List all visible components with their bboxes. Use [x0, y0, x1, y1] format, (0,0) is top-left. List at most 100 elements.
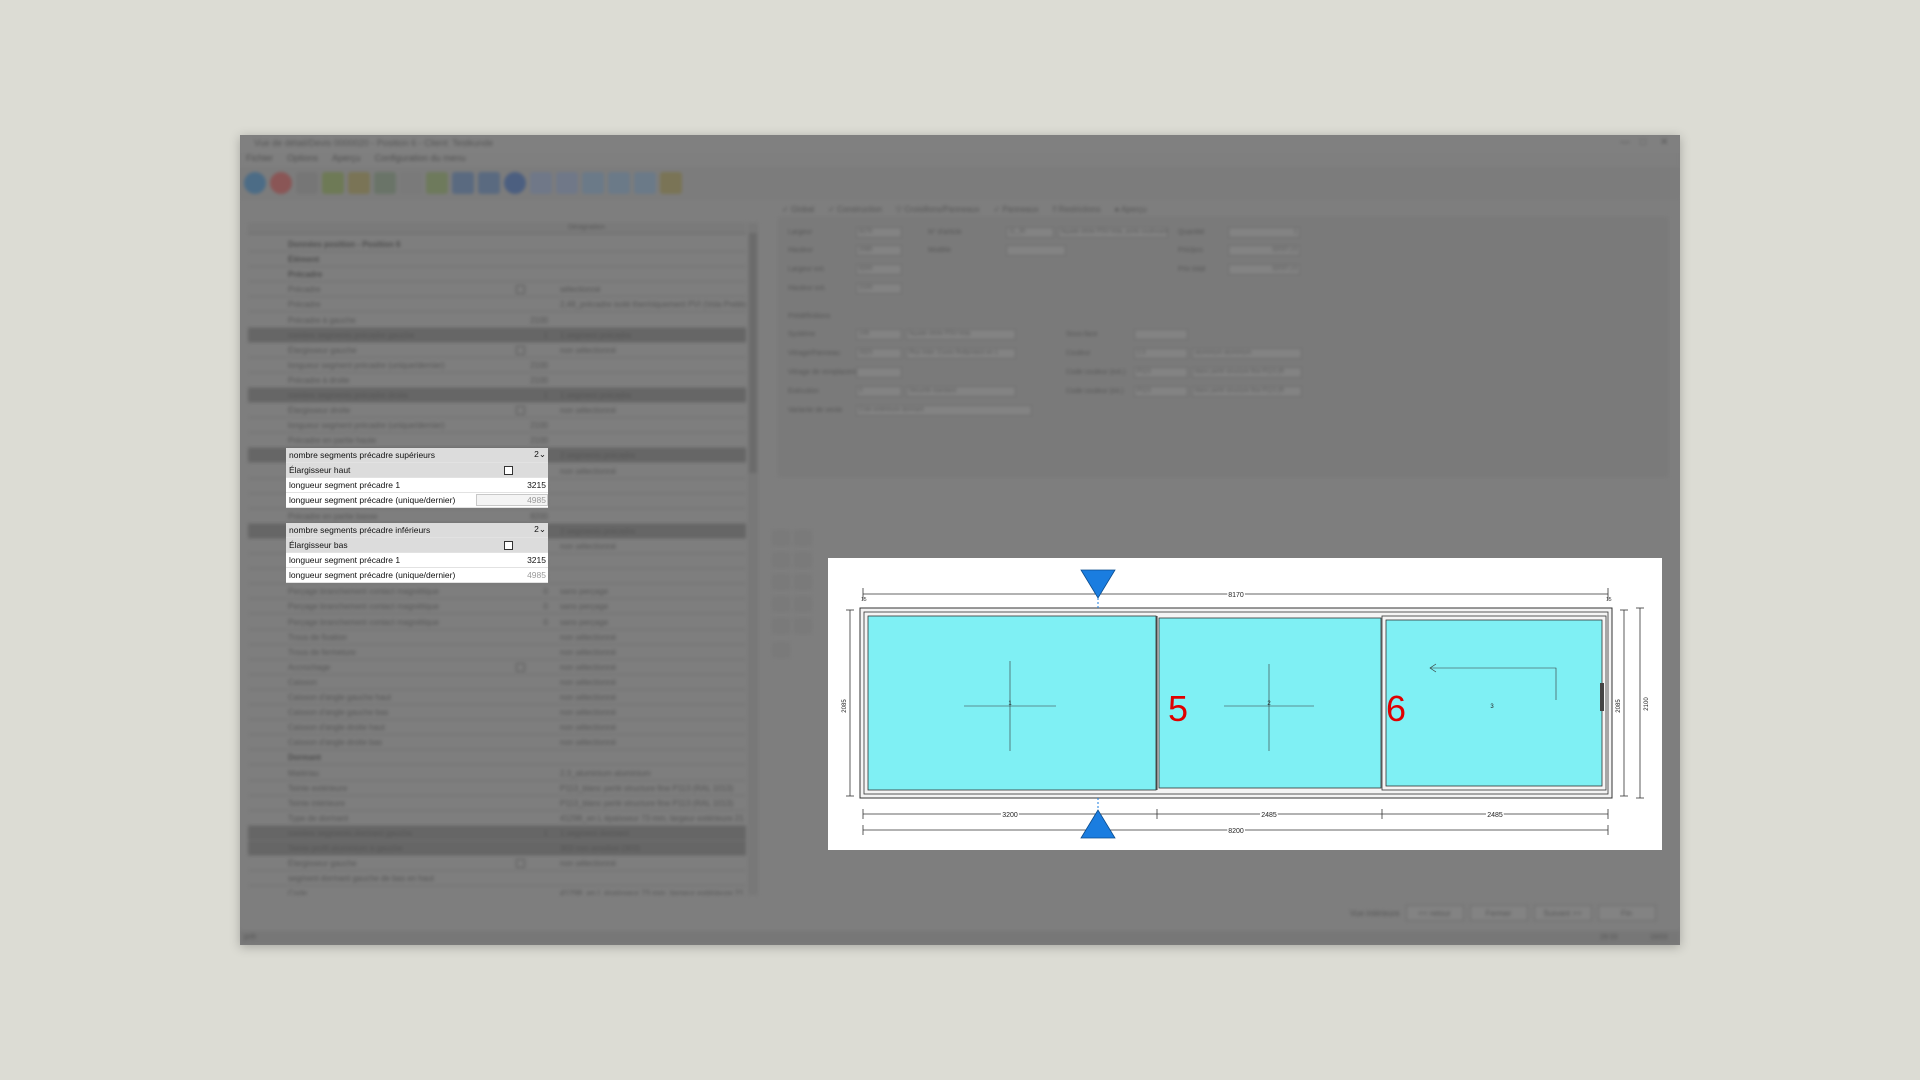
line-tool-icon[interactable] [794, 596, 812, 612]
grid-row[interactable]: Élargisseur gauche non sélectionné [248, 856, 746, 872]
grid-row[interactable]: nombre segments dormant gauche 1 1 segment… [248, 825, 746, 841]
glass-pane-1[interactable] [867, 615, 1157, 791]
pen-tool-icon[interactable] [772, 574, 790, 590]
top-widener-row[interactable]: Élargisseur haut [286, 463, 548, 478]
menu-preview[interactable]: Aperçu [332, 153, 361, 167]
execution-field[interactable]: 0 [856, 386, 902, 397]
menu-file[interactable]: Fichier [246, 153, 273, 167]
tab-apercu[interactable]: ● Aperçu [1114, 205, 1146, 214]
grid-row-checkbox[interactable] [516, 406, 525, 416]
cross-tool-icon[interactable] [794, 574, 812, 590]
grid-row[interactable]: Accrochage non sélectionné [248, 660, 746, 675]
grid-row[interactable]: segment dormant gauche de bas en haut [248, 871, 746, 887]
grid-row[interactable]: Perçage branchement contact magnétique 0 s… [248, 615, 746, 630]
export-tool-icon[interactable] [772, 642, 790, 658]
finish-button[interactable]: Fin [1597, 905, 1656, 921]
back-button[interactable]: << retour [1405, 905, 1464, 921]
grid-row[interactable]: Précadre sélectionné [248, 282, 746, 298]
grid-row-value[interactable]: 0 [488, 587, 548, 596]
grid-row[interactable]: longueur segment précadre (unique/dernie… [248, 358, 746, 373]
measure-tool-icon[interactable] [794, 618, 812, 634]
menu-config[interactable]: Configuration du menu [375, 153, 466, 167]
grid-view-icon[interactable] [582, 172, 604, 194]
grid-row[interactable]: Caisson d'angle droite haut non sélection… [248, 720, 746, 736]
grid-row-checkbox[interactable] [516, 859, 525, 869]
last-icon[interactable] [556, 172, 578, 194]
grid-row-value[interactable]: 1 [488, 829, 548, 838]
next-icon[interactable] [530, 172, 552, 194]
grid-row-value[interactable]: 2100 [488, 316, 548, 325]
split-view-icon[interactable] [608, 172, 630, 194]
grid-row[interactable]: Perçage branchement contact magnétique 0 s… [248, 599, 746, 615]
window-drawing[interactable]: 8170 15 15 1 2 3 5 6 3200 2485 2485 8200… [828, 558, 1662, 850]
tab-panneaux[interactable]: ✓ Panneaux [993, 205, 1038, 214]
top-seg1-value[interactable]: 3215 [527, 480, 546, 490]
edit-tool-icon[interactable] [772, 618, 790, 634]
target-icon[interactable] [270, 172, 292, 194]
grid-row[interactable]: Précadre en partie haute 2100 [248, 433, 746, 449]
top-count-select[interactable]: 2⌄ [534, 449, 546, 460]
article-field[interactable]: 11_20 [1006, 227, 1054, 238]
grid-row-value[interactable]: 2100 [488, 421, 548, 430]
grid-row-checkbox[interactable] [516, 662, 525, 672]
hauteur-ext-field[interactable]: 2100 [856, 283, 902, 294]
code-int-field[interactable]: P113 [1134, 386, 1188, 397]
largeur-ext-field[interactable]: 8200 [856, 264, 902, 275]
grid-row[interactable]: Caisson d'angle gauche haut non sélection… [248, 690, 746, 705]
rect-tool-icon[interactable] [772, 596, 790, 612]
quantite-field[interactable]: 1 [1228, 227, 1300, 238]
minimize-icon[interactable]: — [1620, 137, 1630, 148]
view-toggle-label[interactable]: Vue intérieure [1350, 909, 1400, 918]
grid-row[interactable]: Teinte intérieure P113_blanc perlé struct… [248, 796, 746, 811]
grid-row[interactable]: Élargisseur gauche non sélectionné [248, 343, 746, 358]
grid-row[interactable]: Teinte extérieure P113_blanc perlé struct… [248, 781, 746, 796]
bottom-widener-row[interactable]: Élargisseur bas [286, 538, 548, 553]
grid-row[interactable]: Type de dormant 41298_en L épaisseur 73 m… [248, 811, 746, 826]
top-seg1-row[interactable]: longueur segment précadre 1 3215 [286, 478, 548, 493]
grid-row-value[interactable]: 1 [488, 331, 548, 340]
systeme-field[interactable]: 109 [856, 329, 902, 340]
bottom-widener-checkbox[interactable] [504, 541, 513, 550]
menu-options[interactable]: Options [287, 153, 318, 167]
scroll-thumb[interactable] [749, 233, 757, 473]
grid-row[interactable]: nombre segments précadre droite 1 1 segmen… [248, 388, 746, 403]
record-icon[interactable] [504, 172, 526, 194]
grid-row[interactable]: Précadre à droite 2100 [248, 373, 746, 388]
top-last-row[interactable]: longueur segment précadre (unique/dernie… [286, 493, 548, 508]
grid-row[interactable]: longueur segment précadre (unique/dernie… [248, 418, 746, 434]
grid-row-value[interactable]: 1 [488, 391, 548, 400]
vitrage-remp-field[interactable] [856, 367, 902, 378]
globe-icon[interactable] [244, 172, 266, 194]
grid-row-value[interactable]: 0 [488, 618, 548, 627]
grid-scrollbar[interactable] [748, 223, 758, 895]
move-tool-icon[interactable] [794, 552, 812, 568]
bottom-seg1-value[interactable]: 3215 [527, 555, 546, 565]
pencil-icon[interactable] [322, 172, 344, 194]
grid-row[interactable]: Trous de fixation non sélectionné [248, 630, 746, 645]
grid-row-value[interactable]: 2100 [488, 361, 548, 370]
bottom-last-row[interactable]: longueur segment précadre (unique/dernie… [286, 568, 548, 583]
glass-pane-3[interactable] [1385, 619, 1603, 787]
modele-field[interactable] [1006, 245, 1066, 256]
tab-construction[interactable]: ✓ Construction [828, 205, 882, 214]
grid-row[interactable]: Caisson d'angle droite bas non sélectionn… [248, 735, 746, 751]
top-count-row[interactable]: nombre segments précadre supérieurs 2⌄ [286, 448, 548, 463]
grid-row-value[interactable]: 2100 [488, 376, 548, 385]
tab-global[interactable]: ✓ Global [782, 205, 814, 214]
zoom-tool-icon[interactable] [772, 552, 790, 568]
grid-row-value[interactable]: 2100 [488, 436, 548, 445]
grid-row[interactable]: Teinte profil aluminium à gauche 303 non … [248, 841, 746, 856]
select-tool-icon[interactable] [772, 530, 790, 546]
prev-icon[interactable] [478, 172, 500, 194]
grid-row-checkbox[interactable] [516, 285, 525, 295]
grid-row[interactable]: Code 41298_en L épaisseur 73 mm, largeur … [248, 886, 746, 895]
grid-row[interactable]: Précadre à gauche 2100 [248, 313, 746, 328]
grid-row[interactable]: Caisson non sélectionné [248, 675, 746, 690]
code-ext-field[interactable]: P113 [1134, 367, 1188, 378]
tab-croisillons[interactable]: ▽ Croisillons/Panneaux [896, 205, 980, 214]
drawing-canvas[interactable]: 8170 15 15 1 2 3 5 6 3200 2485 2485 8200… [828, 558, 1662, 850]
grid-row[interactable]: Précadre en partie basse 8200 [248, 509, 746, 524]
grid-row[interactable]: Précadre 2,48_précadre isolé thermiquemen… [248, 297, 746, 313]
puzzle-icon[interactable] [374, 172, 396, 194]
grid-row-value[interactable]: 0 [488, 602, 548, 611]
